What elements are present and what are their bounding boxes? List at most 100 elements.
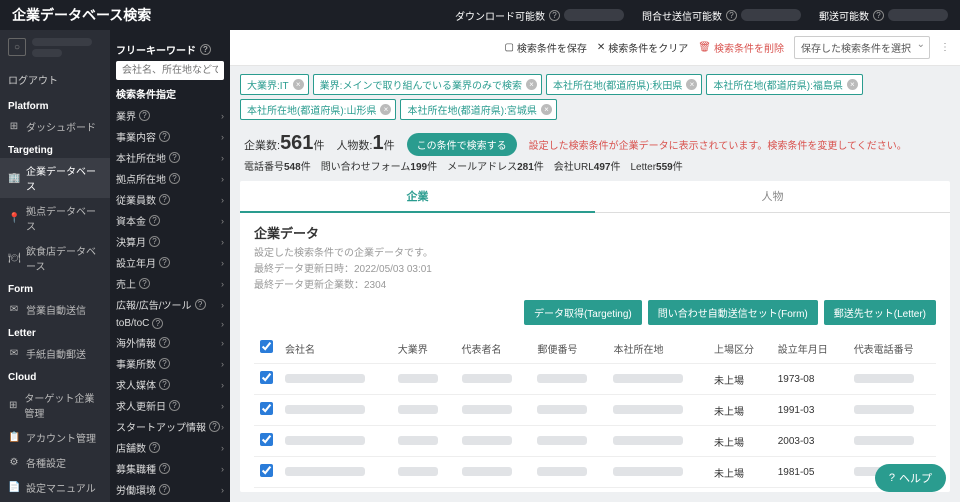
row-checkbox[interactable] <box>260 464 273 477</box>
nav-label: 営業自動送信 <box>26 302 86 317</box>
row-checkbox[interactable] <box>260 371 273 384</box>
tab-person[interactable]: 人物 <box>595 181 950 213</box>
nav-item[interactable]: ✉手紙自動郵送 <box>0 341 110 366</box>
nav-icon: 🏢 <box>8 173 20 184</box>
help-icon[interactable]: ? <box>159 358 170 369</box>
subcount-item: 会社URL497件 <box>554 158 621 173</box>
table-row: 未上場2003-03 <box>254 426 936 457</box>
tab-company[interactable]: 企業 <box>240 181 595 213</box>
table-header: 会社名 <box>279 333 392 364</box>
row-checkbox[interactable] <box>260 402 273 415</box>
filter-row[interactable]: 事業内容 ?› <box>116 126 224 147</box>
cell-industry <box>398 374 438 383</box>
nav-item[interactable]: 🍽飲食店データベース <box>0 238 110 278</box>
filter-row[interactable]: スタートアップ情報 ?› <box>116 416 224 437</box>
cell-company <box>285 374 365 383</box>
chip-remove-icon[interactable]: × <box>686 79 697 90</box>
nav-item[interactable]: ⚙各種設定 <box>0 450 110 475</box>
filter-row[interactable]: 店舗数 ?› <box>116 437 224 458</box>
nav-item[interactable]: 🏢企業データベース <box>0 158 110 198</box>
help-icon[interactable]: ? <box>149 215 160 226</box>
help-icon[interactable]: ? <box>159 131 170 142</box>
nav-item[interactable]: ✉営業自動送信 <box>0 297 110 322</box>
help-icon[interactable]: ? <box>169 152 180 163</box>
filter-row[interactable]: 海外情報 ?› <box>116 332 224 353</box>
filter-row[interactable]: toB/toC ?› <box>116 315 224 332</box>
help-icon[interactable]: ? <box>159 484 170 495</box>
logout-link[interactable]: ログアウト <box>0 68 110 95</box>
data-desc: 設定した検索条件での企業データです。 <box>254 246 936 262</box>
help-icon[interactable]: ? <box>195 299 206 310</box>
cell-founded: 1973-08 <box>772 364 848 395</box>
chip-label: 本社所在地(都道府県):山形県 <box>247 102 376 117</box>
save-conditions-button[interactable]: ▢ 検索条件を保存 <box>504 40 586 55</box>
search-button[interactable]: この条件で検索する <box>407 133 517 156</box>
help-icon[interactable]: ? <box>159 194 170 205</box>
help-icon[interactable]: ? <box>726 10 737 21</box>
cell-rep <box>462 374 512 383</box>
row-checkbox[interactable] <box>260 433 273 446</box>
table-header: 本社所在地 <box>607 333 708 364</box>
help-icon[interactable]: ? <box>149 236 160 247</box>
letter-button[interactable]: 郵送先セット(Letter) <box>824 300 936 325</box>
more-icon[interactable]: ⋮ <box>940 42 950 53</box>
nav-item[interactable]: 📋アカウント管理 <box>0 425 110 450</box>
conditions-heading: 検索条件指定 <box>116 86 224 101</box>
filter-row[interactable]: 設立年月 ?› <box>116 252 224 273</box>
filter-row[interactable]: 労働環境 ?› <box>116 479 224 500</box>
help-icon[interactable]: ? <box>169 400 180 411</box>
help-icon[interactable]: ? <box>169 173 180 184</box>
chip-remove-icon[interactable]: × <box>847 79 858 90</box>
delete-conditions-button[interactable]: 🗑 検索条件を削除 <box>698 40 784 55</box>
filter-row[interactable]: 求人媒体 ?› <box>116 374 224 395</box>
filter-chip: 業界:メインで取り組んでいる業界のみで検索× <box>313 74 542 95</box>
chevron-right-icon: › <box>221 258 224 268</box>
clear-conditions-button[interactable]: ✕ 検索条件をクリア <box>597 40 688 55</box>
nav-item[interactable]: 📄設定マニュアル <box>0 475 110 500</box>
help-icon[interactable]: ? <box>159 379 170 390</box>
filter-row[interactable]: 資本金 ?› <box>116 210 224 231</box>
help-icon[interactable]: ? <box>159 337 170 348</box>
filter-row[interactable]: 従業員数 ?› <box>116 189 224 210</box>
help-icon[interactable]: ? <box>200 44 211 55</box>
select-all-checkbox[interactable] <box>260 340 273 353</box>
help-button[interactable]: ?ヘルプ <box>875 464 946 492</box>
chip-remove-icon[interactable]: × <box>293 79 304 90</box>
chip-remove-icon[interactable]: × <box>526 79 537 90</box>
chevron-right-icon: › <box>221 279 224 289</box>
result-counts: 企業数:561件 人物数:1件 この条件で検索する 設定した検索条件が企業データ… <box>230 128 960 158</box>
cell-industry <box>398 405 438 414</box>
chip-remove-icon[interactable]: × <box>541 104 552 115</box>
saved-conditions-select[interactable]: 保存した検索条件を選択 <box>794 36 930 59</box>
help-icon[interactable]: ? <box>139 278 150 289</box>
help-icon[interactable]: ? <box>873 10 884 21</box>
filter-row[interactable]: 広報/広告/ツール ?› <box>116 294 224 315</box>
filter-row[interactable]: 本社所在地 ?› <box>116 147 224 168</box>
targeting-button[interactable]: データ取得(Targeting) <box>524 300 642 325</box>
chip-remove-icon[interactable]: × <box>380 104 391 115</box>
help-icon[interactable]: ? <box>159 257 170 268</box>
nav-item[interactable]: ⊞ダッシュボード <box>0 114 110 139</box>
filter-row[interactable]: 決算月 ?› <box>116 231 224 252</box>
filter-panel: フリーキーワード? 検索条件指定 業界 ?›事業内容 ?›本社所在地 ?›拠点所… <box>110 30 230 502</box>
filter-row[interactable]: 拠点所在地 ?› <box>116 168 224 189</box>
nav-item[interactable]: ⊞ターゲット企業管理 <box>0 385 110 425</box>
help-icon[interactable]: ? <box>149 442 160 453</box>
cell-listing: 未上場 <box>708 364 772 395</box>
keyword-search-input[interactable] <box>116 61 224 80</box>
help-icon[interactable]: ? <box>209 421 220 432</box>
person-count: 1 <box>373 132 384 154</box>
help-icon[interactable]: ? <box>152 318 163 329</box>
filter-label: 資本金 <box>116 213 146 228</box>
filter-row[interactable]: 求人更新日 ?› <box>116 395 224 416</box>
filter-row[interactable]: 事業所数 ?› <box>116 353 224 374</box>
help-icon[interactable]: ? <box>549 10 560 21</box>
form-button[interactable]: 問い合わせ自動送信セット(Form) <box>648 300 818 325</box>
help-icon[interactable]: ? <box>159 463 170 474</box>
help-icon[interactable]: ? <box>139 110 150 121</box>
filter-chip: 本社所在地(都道府県):山形県 × <box>240 99 396 120</box>
filter-row[interactable]: 業界 ?› <box>116 105 224 126</box>
filter-row[interactable]: 売上 ?› <box>116 273 224 294</box>
nav-item[interactable]: 📍拠点データベース <box>0 198 110 238</box>
filter-row[interactable]: 募集職種 ?› <box>116 458 224 479</box>
